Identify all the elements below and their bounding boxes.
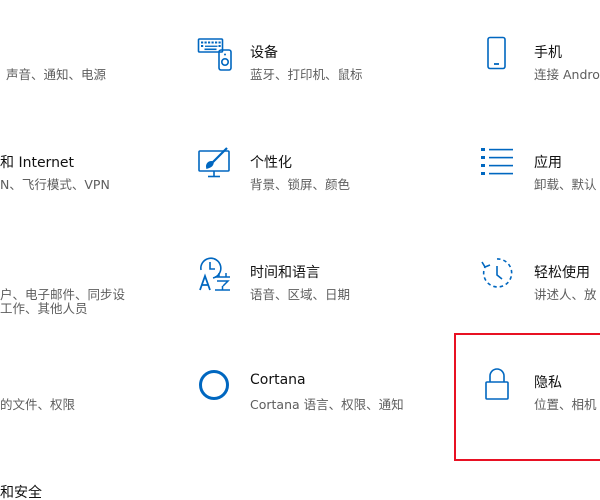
tile-apps[interactable]: 应用 卸载、默认 xyxy=(480,146,600,246)
tile-personalization[interactable]: 个性化 背景、锁屏、颜色 xyxy=(197,146,437,246)
tile-search[interactable]: 的文件、权限 xyxy=(0,366,140,466)
tile-cortana-desc: Cortana 语言、权限、通知 xyxy=(250,397,404,412)
tile-network-title: 和 Internet xyxy=(0,155,75,171)
tile-apps-desc: 卸载、默认 xyxy=(534,177,597,192)
tile-update-security[interactable]: 和安全 xyxy=(0,476,140,500)
apps-list-icon xyxy=(480,146,516,182)
tile-search-desc: 的文件、权限 xyxy=(0,397,76,412)
tile-time-language-desc: 语音、区域、日期 xyxy=(250,287,351,302)
tile-phone-desc: 连接 Andro xyxy=(534,67,600,82)
phone-icon xyxy=(480,36,516,72)
ease-of-access-icon xyxy=(480,256,516,292)
tile-privacy-desc: 位置、相机 xyxy=(534,397,597,412)
tile-personalization-title: 个性化 xyxy=(250,155,292,171)
tile-personalization-desc: 背景、锁屏、颜色 xyxy=(250,177,351,192)
tile-privacy-title: 隐私 xyxy=(534,375,562,391)
tile-network[interactable]: 和 Internet N、飞行模式、VPN xyxy=(0,146,140,246)
tile-time-language-title: 时间和语言 xyxy=(250,265,320,281)
keyboard-icon xyxy=(197,36,233,72)
tile-devices-desc: 蓝牙、打印机、鼠标 xyxy=(250,67,363,82)
lock-icon xyxy=(480,366,516,402)
tile-ease-desc: 讲述人、放 xyxy=(534,287,597,302)
tile-cortana-title: Cortana xyxy=(250,372,306,388)
tile-cortana[interactable]: Cortana Cortana 语言、权限、通知 xyxy=(197,366,437,466)
cortana-icon xyxy=(197,366,233,402)
tile-devices-title: 设备 xyxy=(250,45,278,61)
settings-home: 声音、通知、电源 和 Internet N、飞行模式、VPN 户、电子邮件、同步… xyxy=(0,0,600,500)
tile-devices[interactable]: 设备 蓝牙、打印机、鼠标 xyxy=(197,36,437,136)
tile-time-language[interactable]: 时间和语言 语音、区域、日期 xyxy=(197,256,437,356)
tile-phone-title: 手机 xyxy=(534,45,562,61)
tile-update-title: 和安全 xyxy=(0,485,42,500)
tile-phone[interactable]: 手机 连接 Andro xyxy=(480,36,600,136)
tile-network-desc: N、飞行模式、VPN xyxy=(0,177,110,192)
tile-system-desc: 声音、通知、电源 xyxy=(6,67,107,82)
time-language-icon xyxy=(197,256,233,292)
tile-apps-title: 应用 xyxy=(534,155,562,171)
tile-accounts[interactable]: 户、电子邮件、同步设 工作、其他人员 xyxy=(0,256,140,356)
tile-ease-of-access[interactable]: 轻松使用 讲述人、放 xyxy=(480,256,600,356)
tile-accounts-desc-2: 工作、其他人员 xyxy=(0,301,88,316)
tile-privacy[interactable]: 隐私 位置、相机 xyxy=(480,366,600,466)
tile-system[interactable]: 声音、通知、电源 xyxy=(0,36,140,136)
paint-brush-icon xyxy=(197,146,233,182)
tile-ease-title: 轻松使用 xyxy=(534,265,590,281)
